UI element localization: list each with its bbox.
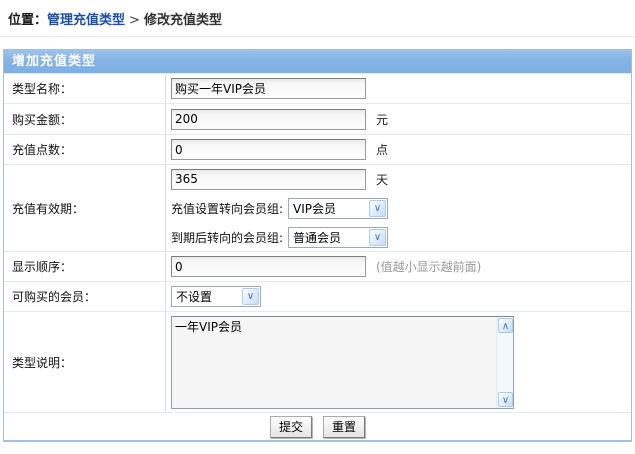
form-row-validity: 充值有效期： 天 充值设置转向会员组: VIP会员 ∨ 到期后转向的会员组: (4, 164, 631, 251)
reset-button[interactable]: 重置 (323, 416, 365, 438)
form-row-display-order: 显示顺序： (值越小显示越前面) (4, 251, 631, 281)
validity-label: 充值有效期： (4, 165, 166, 251)
form-row-type-name: 类型名称： (4, 73, 631, 103)
submit-button[interactable]: 提交 (270, 416, 312, 438)
description-textarea-box: 一年VIP会员 ∧ ∨ (171, 316, 514, 409)
validity-days-unit: 天 (376, 171, 388, 188)
points-unit: 点 (376, 141, 388, 158)
form-row-amount: 购买金额： 元 (4, 103, 631, 134)
amount-label: 购买金额： (4, 104, 166, 134)
breadcrumb-prefix: 位置： (8, 13, 47, 28)
redirect-group-label: 充值设置转向会员组: (171, 200, 283, 217)
description-label: 类型说明： (4, 312, 166, 412)
expire-group-selected-value: 普通会员 (290, 229, 341, 246)
display-order-input[interactable] (171, 256, 366, 277)
breadcrumb-separator: > (125, 13, 144, 28)
add-recharge-type-panel: 增加充值类型 类型名称： 购买金额： 元 充值点数： 点 充值有效期： 天 (3, 49, 632, 442)
form-actions-row: 提交 重置 (4, 412, 631, 440)
expire-group-label: 到期后转向的会员组: (171, 229, 283, 246)
points-label: 充值点数： (4, 135, 166, 164)
type-name-label: 类型名称： (4, 74, 166, 103)
scrollbar-down-button[interactable]: ∨ (498, 392, 513, 407)
redirect-group-selected-value: VIP会员 (290, 200, 336, 217)
chevron-down-icon[interactable]: ∨ (369, 200, 386, 217)
form-row-description: 类型说明： 一年VIP会员 ∧ ∨ (4, 311, 631, 412)
chevron-down-icon[interactable]: ∨ (242, 288, 259, 305)
redirect-group-select[interactable]: VIP会员 ∨ (288, 198, 388, 219)
form-row-points: 充值点数： 点 (4, 134, 631, 164)
points-input[interactable] (171, 139, 366, 160)
breadcrumb-current: 修改充值类型 (144, 13, 222, 28)
expire-group-select[interactable]: 普通会员 ∨ (288, 227, 388, 248)
chevron-down-icon[interactable]: ∨ (369, 229, 386, 246)
textarea-scrollbar[interactable]: ∧ ∨ (496, 317, 513, 408)
panel-header: 增加充值类型 (4, 50, 631, 73)
type-name-input[interactable] (171, 78, 366, 99)
form-row-purchasable-members: 可购买的会员： 不设置 ∨ (4, 281, 631, 311)
purchasable-members-select[interactable]: 不设置 ∨ (171, 286, 261, 307)
breadcrumb-link-manage-recharge-types[interactable]: 管理充值类型 (47, 13, 125, 28)
amount-unit: 元 (376, 111, 388, 128)
amount-input[interactable] (171, 109, 366, 130)
expire-group-subrow: 到期后转向的会员组: 普通会员 ∨ (171, 223, 631, 252)
redirect-group-subrow: 充值设置转向会员组: VIP会员 ∨ (171, 194, 631, 223)
scrollbar-up-button[interactable]: ∧ (498, 318, 513, 333)
purchasable-members-selected-value: 不设置 (173, 288, 212, 305)
purchasable-members-label: 可购买的会员： (4, 282, 166, 311)
breadcrumb: 位置：管理充值类型>修改充值类型 (0, 0, 635, 37)
validity-days-subrow: 天 (171, 165, 631, 194)
description-textarea[interactable]: 一年VIP会员 (172, 317, 496, 408)
display-order-note: (值越小显示越前面) (376, 258, 481, 275)
validity-days-input[interactable] (171, 169, 366, 190)
display-order-label: 显示顺序： (4, 252, 166, 281)
